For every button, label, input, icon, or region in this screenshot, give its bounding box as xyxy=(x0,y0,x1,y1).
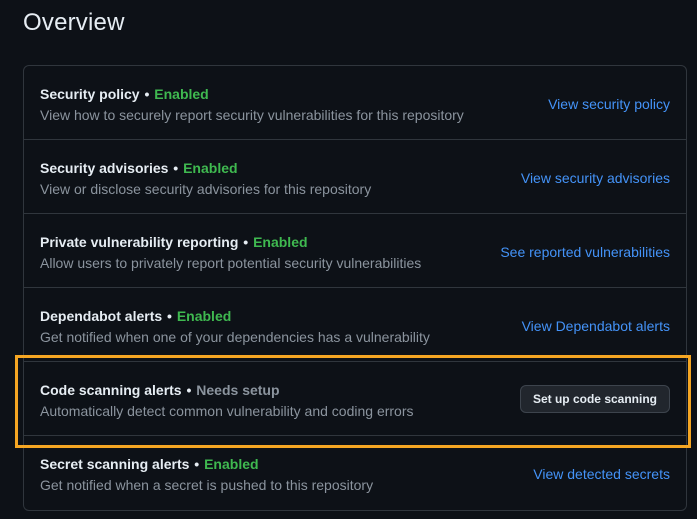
status-label: Enabled xyxy=(253,234,308,250)
status-label: Enabled xyxy=(154,86,209,102)
feature-description: View or disclose security advisories for… xyxy=(40,181,372,197)
feature-description: Get notified when a secret is pushed to … xyxy=(40,477,374,493)
feature-description: Get notified when one of your dependenci… xyxy=(40,329,430,345)
feature-title: Secret scanning alerts • Enabled xyxy=(40,456,259,472)
status-label: Enabled xyxy=(176,308,232,324)
feature-description: Automatically detect common vulnerabilit… xyxy=(40,403,414,419)
feature-name: Security advisories xyxy=(40,160,169,176)
feature-name: Security policy xyxy=(40,86,140,102)
feature-row-dependabot-alerts: Dependabot alerts • Enabled Get notified… xyxy=(24,288,686,362)
feature-description: Allow users to privately report potentia… xyxy=(40,255,422,271)
feature-name: Dependabot alerts xyxy=(40,308,163,324)
feature-description: View how to securely report security vul… xyxy=(40,107,464,123)
feature-name: Private vulnerability reporting xyxy=(40,234,239,250)
feature-row-private-vulnerability-reporting: Private vulnerability reporting • Enable… xyxy=(24,214,686,288)
feature-separator: • xyxy=(144,86,150,102)
status-label: Enabled xyxy=(204,456,259,472)
feature-row-secret-scanning-alerts: Secret scanning alerts • Enabled Get not… xyxy=(24,436,686,510)
feature-title: Private vulnerability reporting • Enable… xyxy=(40,234,308,250)
view-security-advisories-link[interactable]: View security advisories xyxy=(521,170,670,186)
view-detected-secrets-link[interactable]: View detected secrets xyxy=(533,466,670,482)
security-overview-page: Overview Security policy • Enabled View … xyxy=(0,0,697,519)
feature-separator: • xyxy=(186,382,192,398)
feature-separator: • xyxy=(173,160,179,176)
feature-separator: • xyxy=(167,308,172,324)
feature-separator: • xyxy=(194,456,200,472)
page-title: Overview xyxy=(23,9,125,36)
security-features-panel: Security policy • Enabled View how to se… xyxy=(23,65,687,511)
status-label: Enabled xyxy=(183,160,238,176)
see-reported-vulnerabilities-link[interactable]: See reported vulnerabilities xyxy=(500,244,670,260)
feature-title: Security advisories • Enabled xyxy=(40,160,238,176)
view-dependabot-alerts-link[interactable]: View Dependabot alerts xyxy=(522,318,670,334)
feature-row-code-scanning-alerts: Code scanning alerts • Needs setup Autom… xyxy=(24,362,686,436)
view-security-policy-link[interactable]: View security policy xyxy=(548,96,670,112)
feature-name: Secret scanning alerts xyxy=(40,456,190,472)
feature-name: Code scanning alerts xyxy=(40,382,182,398)
set-up-code-scanning-button[interactable]: Set up code scanning xyxy=(519,385,670,413)
feature-title: Dependabot alerts • Enabled xyxy=(40,308,231,324)
feature-row-security-policy: Security policy • Enabled View how to se… xyxy=(24,66,686,140)
feature-separator: • xyxy=(243,234,249,250)
status-label: Needs setup xyxy=(196,382,280,398)
feature-row-security-advisories: Security advisories • Enabled View or di… xyxy=(24,140,686,214)
feature-title: Code scanning alerts • Needs setup xyxy=(40,382,280,398)
feature-title: Security policy • Enabled xyxy=(40,86,209,102)
